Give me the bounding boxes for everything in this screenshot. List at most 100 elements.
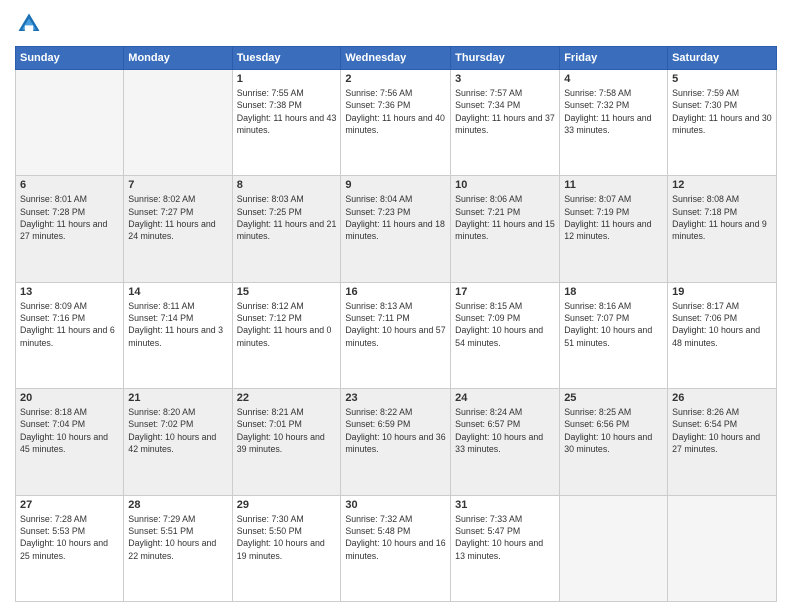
day-number: 21: [128, 392, 227, 404]
day-info: Sunrise: 7:30 AMSunset: 5:50 PMDaylight:…: [237, 513, 337, 562]
day-number: 25: [564, 392, 663, 404]
day-info: Sunrise: 8:13 AMSunset: 7:11 PMDaylight:…: [345, 300, 446, 349]
day-number: 3: [455, 73, 555, 85]
day-number: 15: [237, 286, 337, 298]
calendar-cell: 30 Sunrise: 7:32 AMSunset: 5:48 PMDayligh…: [341, 495, 451, 601]
day-number: 7: [128, 179, 227, 191]
day-info: Sunrise: 7:33 AMSunset: 5:47 PMDaylight:…: [455, 513, 555, 562]
day-info: Sunrise: 8:11 AMSunset: 7:14 PMDaylight:…: [128, 300, 227, 349]
day-number: 27: [20, 499, 119, 511]
day-info: Sunrise: 7:56 AMSunset: 7:36 PMDaylight:…: [345, 87, 446, 136]
day-number: 13: [20, 286, 119, 298]
day-info: Sunrise: 7:59 AMSunset: 7:30 PMDaylight:…: [672, 87, 772, 136]
calendar-cell: 16 Sunrise: 8:13 AMSunset: 7:11 PMDayligh…: [341, 282, 451, 388]
day-number: 8: [237, 179, 337, 191]
day-info: Sunrise: 8:22 AMSunset: 6:59 PMDaylight:…: [345, 406, 446, 455]
day-number: 10: [455, 179, 555, 191]
day-info: Sunrise: 8:16 AMSunset: 7:07 PMDaylight:…: [564, 300, 663, 349]
calendar-cell: 22 Sunrise: 8:21 AMSunset: 7:01 PMDayligh…: [232, 389, 341, 495]
calendar-cell: 8Sunrise: 8:03 AMSunset: 7:25 PMDaylight…: [232, 176, 341, 282]
day-info: Sunrise: 8:07 AMSunset: 7:19 PMDaylight:…: [564, 193, 663, 242]
day-number: 9: [345, 179, 446, 191]
calendar-cell: 27Sunrise: 7:28 AMSunset: 5:53 PMDayligh…: [16, 495, 124, 601]
day-info: Sunrise: 8:09 AMSunset: 7:16 PMDaylight:…: [20, 300, 119, 349]
day-info: Sunrise: 8:17 AMSunset: 7:06 PMDaylight:…: [672, 300, 772, 349]
calendar-cell: 6 Sunrise: 8:01 AMSunset: 7:28 PMDaylight…: [16, 176, 124, 282]
calendar-cell: [560, 495, 668, 601]
day-info: Sunrise: 7:29 AMSunset: 5:51 PMDaylight:…: [128, 513, 227, 562]
day-info: Sunrise: 8:25 AMSunset: 6:56 PMDaylight:…: [564, 406, 663, 455]
day-number: 31: [455, 499, 555, 511]
day-number: 20: [20, 392, 119, 404]
day-number: 30: [345, 499, 446, 511]
day-info: Sunrise: 8:04 AMSunset: 7:23 PMDaylight:…: [345, 193, 446, 242]
calendar-cell: 21 Sunrise: 8:20 AMSunset: 7:02 PMDayligh…: [124, 389, 232, 495]
calendar-cell: 23 Sunrise: 8:22 AMSunset: 6:59 PMDayligh…: [341, 389, 451, 495]
calendar-cell: 12 Sunrise: 8:08 AMSunset: 7:18 PMDayligh…: [668, 176, 777, 282]
day-info: Sunrise: 8:24 AMSunset: 6:57 PMDaylight:…: [455, 406, 555, 455]
weekday-header-wednesday: Wednesday: [341, 47, 451, 70]
calendar-cell: 7Sunrise: 8:02 AMSunset: 7:27 PMDaylight…: [124, 176, 232, 282]
day-number: 18: [564, 286, 663, 298]
calendar-cell: 31 Sunrise: 7:33 AMSunset: 5:47 PMDayligh…: [451, 495, 560, 601]
calendar-cell: 5Sunrise: 7:59 AMSunset: 7:30 PMDaylight…: [668, 70, 777, 176]
calendar-cell: 13 Sunrise: 8:09 AMSunset: 7:16 PMDayligh…: [16, 282, 124, 388]
day-number: 14: [128, 286, 227, 298]
calendar-cell: [124, 70, 232, 176]
day-info: Sunrise: 8:08 AMSunset: 7:18 PMDaylight:…: [672, 193, 772, 242]
day-number: 17: [455, 286, 555, 298]
day-number: 28: [128, 499, 227, 511]
day-number: 16: [345, 286, 446, 298]
weekday-header-row: SundayMondayTuesdayWednesdayThursdayFrid…: [16, 47, 777, 70]
weekday-header-tuesday: Tuesday: [232, 47, 341, 70]
day-number: 6: [20, 179, 119, 191]
weekday-header-thursday: Thursday: [451, 47, 560, 70]
calendar-table: SundayMondayTuesdayWednesdayThursdayFrid…: [15, 46, 777, 602]
logo-icon: [15, 10, 43, 38]
day-info: Sunrise: 8:20 AMSunset: 7:02 PMDaylight:…: [128, 406, 227, 455]
calendar-cell: [16, 70, 124, 176]
calendar-cell: 10 Sunrise: 8:06 AMSunset: 7:21 PMDayligh…: [451, 176, 560, 282]
calendar-cell: 19 Sunrise: 8:17 AMSunset: 7:06 PMDayligh…: [668, 282, 777, 388]
calendar-cell: 15 Sunrise: 8:12 AMSunset: 7:12 PMDayligh…: [232, 282, 341, 388]
calendar-cell: 1Sunrise: 7:55 AMSunset: 7:38 PMDaylight…: [232, 70, 341, 176]
day-info: Sunrise: 7:57 AMSunset: 7:34 PMDaylight:…: [455, 87, 555, 136]
logo: [15, 10, 47, 38]
calendar-cell: 20Sunrise: 8:18 AMSunset: 7:04 PMDayligh…: [16, 389, 124, 495]
calendar-cell: 29 Sunrise: 7:30 AMSunset: 5:50 PMDayligh…: [232, 495, 341, 601]
day-number: 22: [237, 392, 337, 404]
day-info: Sunrise: 8:12 AMSunset: 7:12 PMDaylight:…: [237, 300, 337, 349]
day-number: 29: [237, 499, 337, 511]
day-number: 2: [345, 73, 446, 85]
header: [15, 10, 777, 38]
day-info: Sunrise: 7:32 AMSunset: 5:48 PMDaylight:…: [345, 513, 446, 562]
day-info: Sunrise: 8:15 AMSunset: 7:09 PMDaylight:…: [455, 300, 555, 349]
day-number: 12: [672, 179, 772, 191]
day-info: Sunrise: 8:06 AMSunset: 7:21 PMDaylight:…: [455, 193, 555, 242]
day-number: 19: [672, 286, 772, 298]
weekday-header-saturday: Saturday: [668, 47, 777, 70]
calendar-cell: 28 Sunrise: 7:29 AMSunset: 5:51 PMDayligh…: [124, 495, 232, 601]
calendar-cell: 3 Sunrise: 7:57 AMSunset: 7:34 PMDaylight…: [451, 70, 560, 176]
weekday-header-sunday: Sunday: [16, 47, 124, 70]
day-number: 26: [672, 392, 772, 404]
calendar-cell: 25 Sunrise: 8:25 AMSunset: 6:56 PMDayligh…: [560, 389, 668, 495]
day-number: 24: [455, 392, 555, 404]
day-number: 1: [237, 73, 337, 85]
calendar-cell: 4Sunrise: 7:58 AMSunset: 7:32 PMDaylight…: [560, 70, 668, 176]
weekday-header-friday: Friday: [560, 47, 668, 70]
calendar-cell: 11 Sunrise: 8:07 AMSunset: 7:19 PMDayligh…: [560, 176, 668, 282]
calendar-cell: 14 Sunrise: 8:11 AMSunset: 7:14 PMDayligh…: [124, 282, 232, 388]
calendar-week-row: 13 Sunrise: 8:09 AMSunset: 7:16 PMDayligh…: [16, 282, 777, 388]
calendar-cell: 9 Sunrise: 8:04 AMSunset: 7:23 PMDaylight…: [341, 176, 451, 282]
day-number: 11: [564, 179, 663, 191]
calendar-week-row: 20Sunrise: 8:18 AMSunset: 7:04 PMDayligh…: [16, 389, 777, 495]
day-info: Sunrise: 8:21 AMSunset: 7:01 PMDaylight:…: [237, 406, 337, 455]
calendar-cell: 18 Sunrise: 8:16 AMSunset: 7:07 PMDayligh…: [560, 282, 668, 388]
calendar-cell: 17 Sunrise: 8:15 AMSunset: 7:09 PMDayligh…: [451, 282, 560, 388]
day-info: Sunrise: 8:26 AMSunset: 6:54 PMDaylight:…: [672, 406, 772, 455]
day-number: 23: [345, 392, 446, 404]
page: SundayMondayTuesdayWednesdayThursdayFrid…: [0, 0, 792, 612]
calendar-week-row: 27Sunrise: 7:28 AMSunset: 5:53 PMDayligh…: [16, 495, 777, 601]
day-info: Sunrise: 8:01 AMSunset: 7:28 PMDaylight:…: [20, 193, 119, 242]
